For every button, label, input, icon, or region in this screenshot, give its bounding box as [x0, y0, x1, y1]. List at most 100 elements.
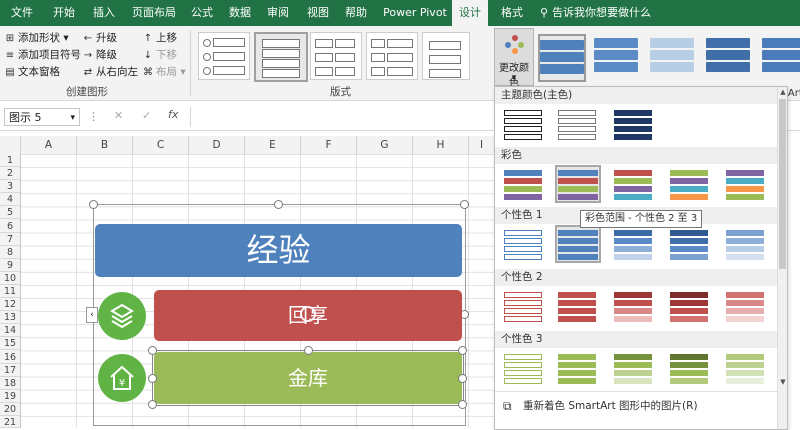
tab-file[interactable]: 文件: [4, 0, 40, 26]
color-option[interactable]: [725, 227, 765, 261]
tab-help[interactable]: 帮助: [338, 0, 374, 26]
color-option[interactable]: [725, 289, 765, 323]
row-header[interactable]: 3: [0, 180, 20, 194]
resize-handle[interactable]: [458, 374, 467, 383]
row-header[interactable]: 19: [0, 390, 20, 403]
column-header[interactable]: H: [413, 136, 469, 154]
color-option[interactable]: [725, 351, 765, 385]
row-header[interactable]: 16: [0, 351, 20, 364]
row-header[interactable]: 5: [0, 206, 20, 220]
color-option[interactable]: [503, 351, 543, 385]
resize-handle[interactable]: [458, 400, 467, 409]
resize-handle[interactable]: [274, 200, 283, 209]
resize-handle[interactable]: [148, 374, 157, 383]
row-header[interactable]: 13: [0, 311, 20, 325]
color-option[interactable]: [557, 351, 597, 385]
move-up-button[interactable]: ↑ 上移: [142, 31, 177, 46]
style-option[interactable]: [650, 34, 694, 78]
color-option[interactable]: [557, 107, 597, 141]
layout-option[interactable]: [310, 32, 362, 80]
row-header[interactable]: 9: [0, 259, 20, 272]
layout-option-selected[interactable]: [254, 32, 308, 82]
select-all-corner[interactable]: [0, 136, 21, 154]
tab-review[interactable]: 审阅: [260, 0, 296, 26]
insert-function-icon[interactable]: fx: [168, 108, 178, 121]
scrollbar-thumb[interactable]: [779, 99, 786, 269]
color-option[interactable]: [613, 167, 653, 201]
resize-handle[interactable]: [304, 346, 313, 355]
add-bullet-button[interactable]: ≡ 添加项目符号: [4, 48, 81, 63]
dropdown-scrollbar[interactable]: ▲ ▼: [777, 87, 787, 429]
style-option[interactable]: [706, 34, 750, 78]
style-option-selected[interactable]: [538, 34, 586, 82]
layout-option[interactable]: [366, 32, 418, 80]
row-header[interactable]: 8: [0, 246, 20, 259]
row-header[interactable]: 20: [0, 403, 20, 416]
row-header[interactable]: 21: [0, 416, 20, 428]
column-header[interactable]: E: [245, 136, 301, 154]
tab-formulas[interactable]: 公式: [184, 0, 220, 26]
tab-page-layout[interactable]: 页面布局: [126, 0, 182, 26]
row-header[interactable]: 2: [0, 167, 20, 181]
column-header[interactable]: F: [301, 136, 357, 154]
row-header[interactable]: 4: [0, 193, 20, 207]
color-option[interactable]: [503, 289, 543, 323]
move-down-button[interactable]: ↓ 下移: [142, 48, 177, 63]
row-header[interactable]: 11: [0, 285, 20, 298]
style-option[interactable]: [594, 34, 638, 78]
color-option[interactable]: [669, 351, 709, 385]
house-icon-circle[interactable]: ¥: [98, 354, 146, 402]
color-option[interactable]: [669, 227, 709, 261]
color-option[interactable]: [613, 227, 653, 261]
color-option[interactable]: [613, 107, 653, 141]
row-header[interactable]: 14: [0, 324, 20, 338]
column-header[interactable]: A: [21, 136, 77, 154]
cancel-icon[interactable]: ✕: [114, 109, 123, 122]
column-header[interactable]: I: [469, 136, 495, 154]
tab-data[interactable]: 数据: [222, 0, 258, 26]
tab-home[interactable]: 开始: [46, 0, 82, 26]
row-header[interactable]: 15: [0, 337, 20, 351]
right-to-left-button[interactable]: ⇄ 从右向左: [82, 65, 138, 80]
layers-icon-circle[interactable]: [98, 292, 146, 340]
row-header[interactable]: 18: [0, 377, 20, 390]
scroll-up-icon[interactable]: ▲: [778, 87, 787, 97]
enter-icon[interactable]: ✓: [142, 109, 151, 122]
column-header[interactable]: C: [133, 136, 189, 154]
resize-handle[interactable]: [460, 200, 469, 209]
scroll-down-icon[interactable]: ▼: [778, 377, 787, 387]
tell-me-search[interactable]: ⚲ 告诉我你想要做什么: [540, 0, 651, 26]
demote-button[interactable]: → 降级: [82, 48, 117, 63]
row-header[interactable]: 12: [0, 298, 20, 312]
add-shape-button[interactable]: ⊞ 添加形状 ▾: [4, 31, 69, 46]
layout-option[interactable]: [198, 32, 250, 80]
promote-button[interactable]: ← 升级: [82, 31, 117, 46]
resize-handle[interactable]: [458, 346, 467, 355]
tab-view[interactable]: 视图: [300, 0, 336, 26]
tab-power-pivot[interactable]: Power Pivot: [380, 0, 450, 26]
text-pane-button[interactable]: ▤ 文本窗格: [4, 65, 60, 80]
rotate-handle-icon[interactable]: [300, 306, 316, 322]
layout-option[interactable]: [422, 32, 470, 80]
tab-design[interactable]: 设计: [452, 0, 488, 26]
row-header[interactable]: 1: [0, 154, 20, 167]
color-option[interactable]: [557, 289, 597, 323]
color-option[interactable]: [669, 289, 709, 323]
formula-input[interactable]: [190, 107, 491, 127]
color-option[interactable]: [725, 167, 765, 201]
tab-insert[interactable]: 插入: [86, 0, 122, 26]
change-colors-button[interactable]: 更改颜色 ▾: [494, 28, 534, 89]
column-header[interactable]: D: [189, 136, 245, 154]
color-option[interactable]: [613, 289, 653, 323]
recolor-pictures-option[interactable]: ⧉ 重新着色 SmartArt 图形中的图片(R): [495, 391, 787, 420]
color-option[interactable]: [669, 167, 709, 201]
smartart-title-shape[interactable]: 经验: [95, 224, 462, 277]
text-pane-toggle[interactable]: ‹: [86, 307, 98, 323]
smartart-item-shape-selected[interactable]: 金库: [154, 352, 462, 404]
name-box[interactable]: 图示 5 ▾: [4, 108, 80, 126]
color-option[interactable]: [503, 167, 543, 201]
color-option[interactable]: [555, 225, 601, 263]
resize-handle[interactable]: [148, 400, 157, 409]
tab-format[interactable]: 格式: [494, 0, 530, 26]
resize-handle[interactable]: [148, 346, 157, 355]
